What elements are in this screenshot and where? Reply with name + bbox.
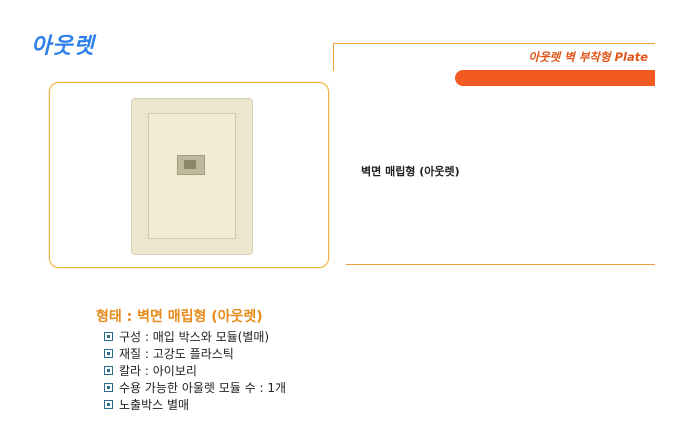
product-name: 벽면 매립형 (아웃렛) [361, 165, 460, 178]
bullet-icon [104, 349, 113, 358]
spec-item: 칼라 : 아이보리 [104, 362, 286, 379]
outlet-plate-image [131, 98, 253, 255]
outlet-socket-hole [184, 160, 196, 169]
bullet-icon [104, 383, 113, 392]
header-vertical-line [333, 43, 334, 71]
spec-list: 구성 : 매입 박스와 모듈(별매) 재질 : 고강도 플라스틱 칼라 : 아이… [104, 328, 286, 413]
header-label: 아웃렛 벽 부착형 Plate [528, 50, 649, 64]
section-divider [346, 264, 655, 265]
spec-item-text: 칼라 : 아이보리 [119, 364, 197, 378]
bullet-icon [104, 400, 113, 409]
bullet-icon [104, 332, 113, 341]
spec-item-text: 수용 가능한 아울렛 모듈 수 : 1개 [119, 381, 287, 395]
header-accent-bar [455, 70, 655, 86]
header-line [333, 43, 655, 44]
spec-item-text: 재질 : 고강도 플라스틱 [119, 347, 234, 361]
page-title: 아웃렛 [31, 34, 95, 59]
spec-item: 재질 : 고강도 플라스틱 [104, 345, 286, 362]
spec-item: 구성 : 매입 박스와 모듈(별매) [104, 328, 286, 345]
spec-item-text: 구성 : 매입 박스와 모듈(별매) [119, 330, 270, 344]
outlet-plate-inner [148, 113, 236, 239]
spec-item: 수용 가능한 아울렛 모듈 수 : 1개 [104, 379, 286, 396]
spec-title: 형태 : 벽면 매립형 (아웃렛) [96, 309, 263, 325]
outlet-socket [177, 155, 205, 175]
bullet-icon [104, 366, 113, 375]
product-image-frame [49, 82, 329, 268]
spec-item: 노출박스 별매 [104, 396, 286, 413]
spec-item-text: 노출박스 별매 [119, 398, 190, 412]
